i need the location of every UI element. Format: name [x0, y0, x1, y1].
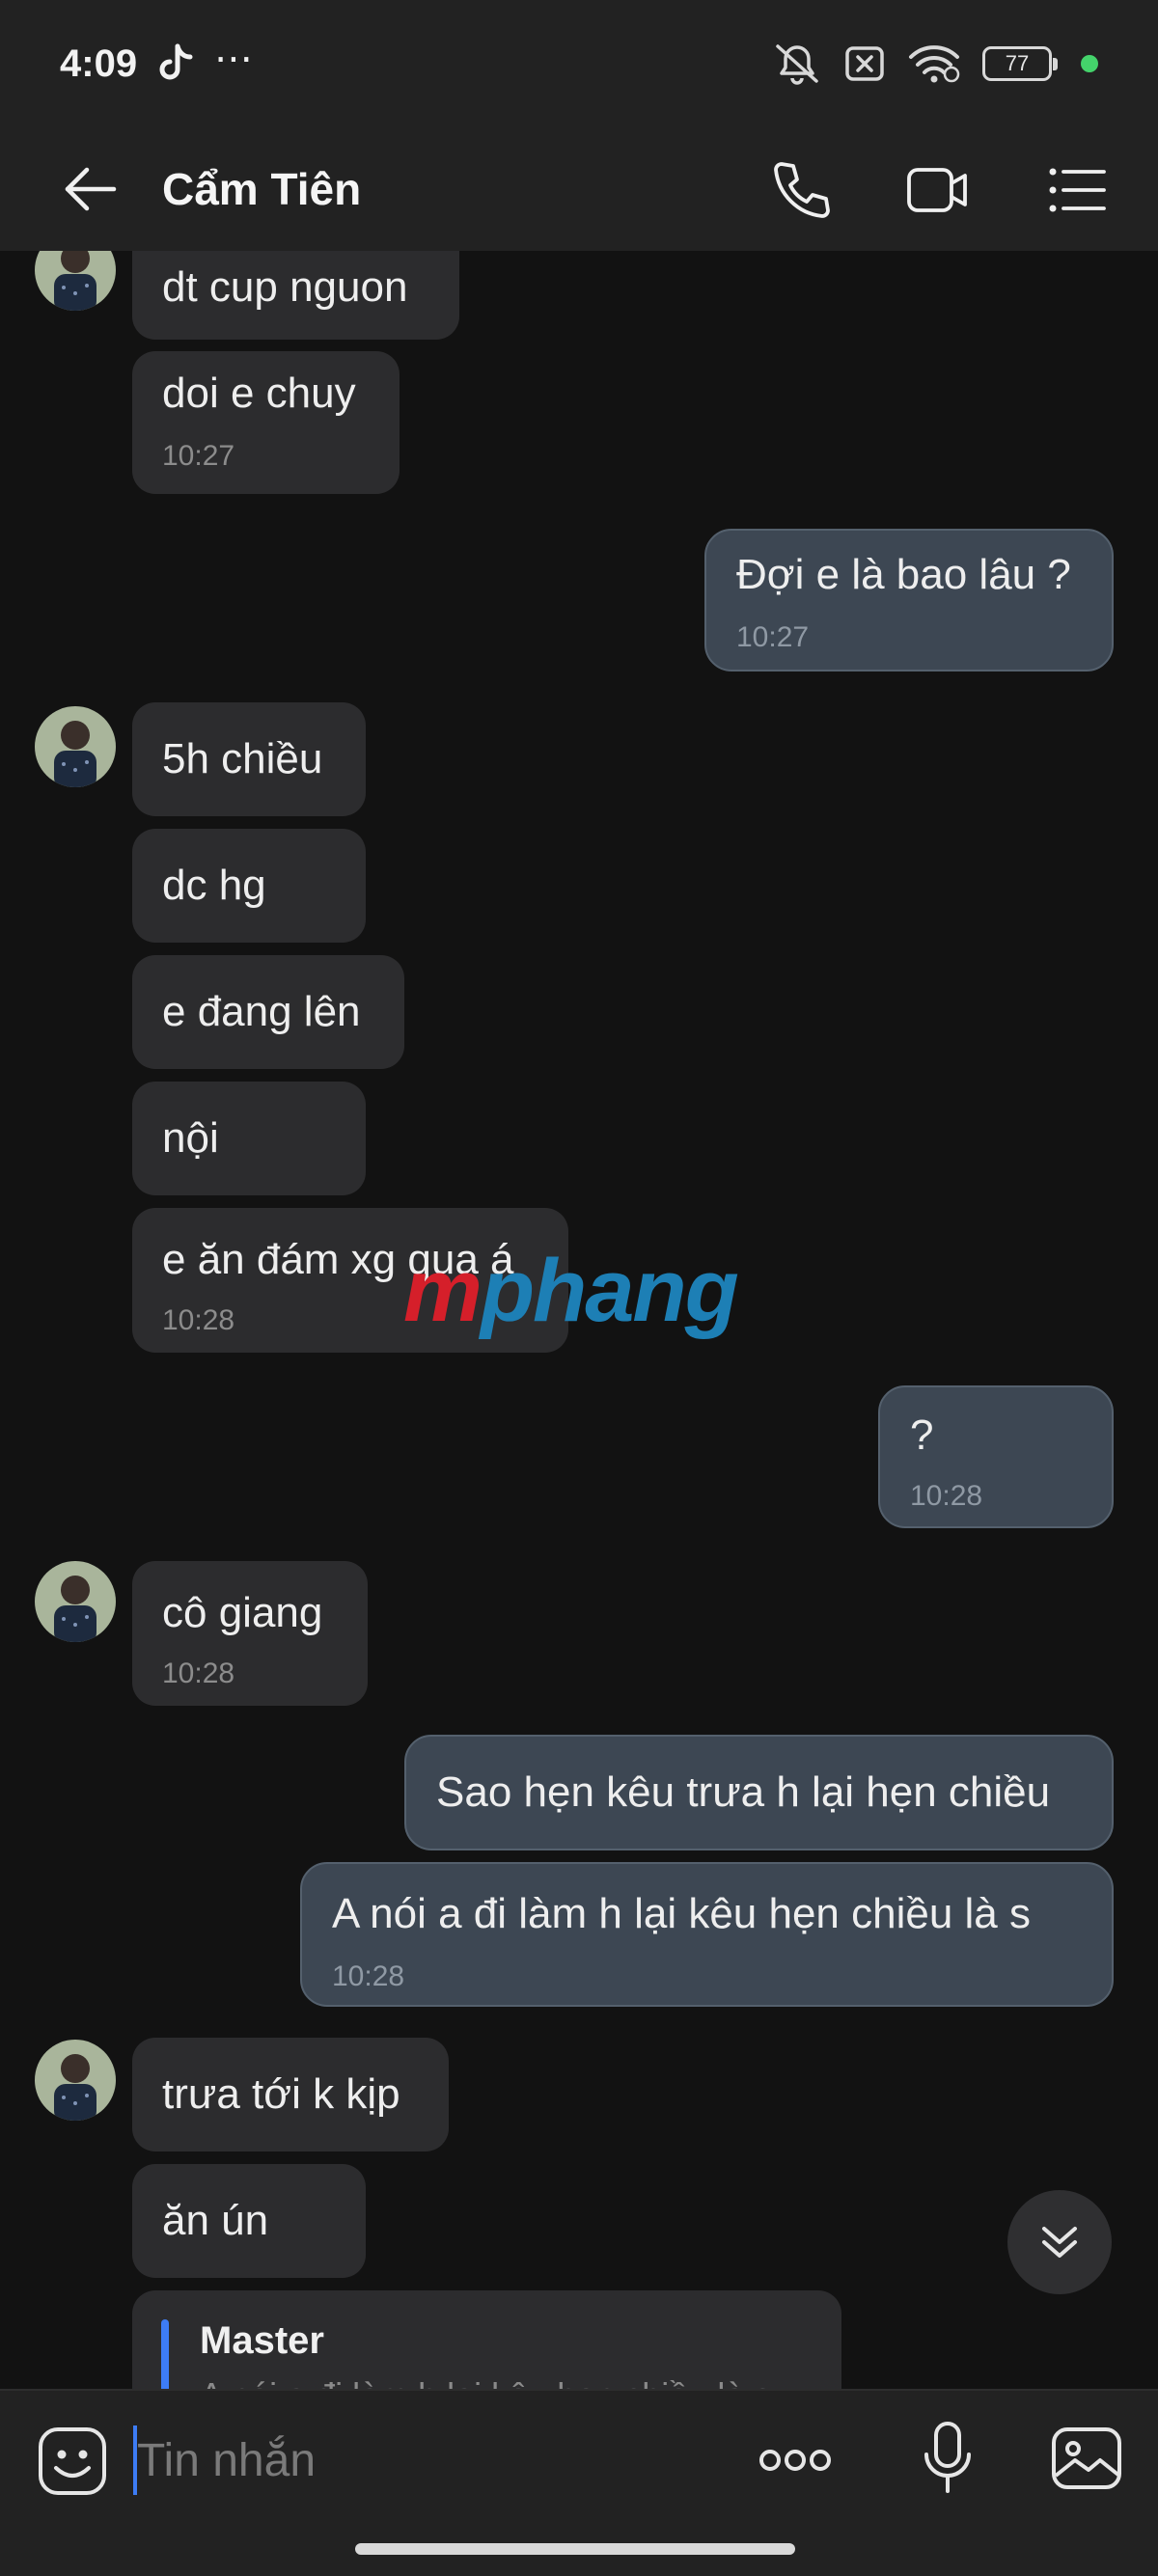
message-input-bar [0, 2389, 1158, 2576]
message-bubble-received[interactable]: dc hg [132, 829, 366, 943]
message-bubble-received[interactable]: doi e chuy 10:27 [132, 351, 400, 494]
more-options-icon[interactable] [757, 2435, 834, 2485]
message-bubble-received[interactable]: nội [132, 1082, 366, 1195]
message-text: trưa tới k kịp [162, 2070, 400, 2118]
message-bubble-received[interactable]: ăn ún [132, 2164, 366, 2278]
message-time: 10:28 [332, 1960, 405, 1992]
phone-call-icon[interactable] [766, 156, 834, 224]
message-input[interactable] [137, 2424, 716, 2497]
status-bar: 4:09 ⋯ 77 [0, 0, 1158, 131]
sim-off-icon [845, 46, 884, 81]
message-bubble-received[interactable]: cô giang 10:28 [132, 1561, 368, 1706]
status-time: 4:09 [60, 42, 138, 85]
message-text: dc hg [162, 862, 266, 909]
message-text: e đang lên [162, 988, 361, 1035]
message-time: 10:28 [910, 1480, 983, 1512]
menu-list-icon[interactable] [1044, 156, 1112, 224]
message-text: nội [162, 1114, 219, 1162]
message-bubble-received[interactable]: 5h chiều [132, 702, 366, 816]
message-text: ? [910, 1411, 934, 1459]
more-notifications-icon: ⋯ [214, 38, 255, 80]
battery-level: 77 [1005, 51, 1030, 75]
watermark-part2: phang [480, 1242, 739, 1340]
gallery-icon[interactable] [1050, 2422, 1123, 2495]
chat-header: Cẩm Tiên [0, 131, 1158, 251]
message-text: A nói a đi làm h lại kêu hẹn chiều là s [332, 1890, 1032, 1937]
message-bubble-sent[interactable]: Đợi e là bao lâu ? 10:27 [704, 529, 1114, 671]
double-chevron-down-icon [1042, 2227, 1077, 2258]
message-text: Sao hẹn kêu trưa h lại hẹn chiều [436, 1768, 1051, 1816]
contact-avatar[interactable] [35, 706, 116, 787]
message-text: 5h chiều [162, 735, 323, 782]
battery-icon: 77 [982, 46, 1058, 81]
message-text: ăn ún [162, 2197, 269, 2244]
home-indicator[interactable] [355, 2543, 795, 2555]
contact-name[interactable]: Cẩm Tiên [162, 158, 361, 220]
silent-icon [776, 44, 818, 85]
reply-author: Master [200, 2319, 324, 2362]
watermark-part1: m [403, 1242, 482, 1340]
message-time: 10:27 [736, 621, 810, 653]
back-arrow-icon[interactable] [60, 158, 122, 220]
message-bubble-sent[interactable]: ? 10:28 [878, 1385, 1114, 1528]
video-call-icon[interactable] [903, 156, 971, 224]
contact-avatar[interactable] [35, 2040, 116, 2121]
watermark-logo: mphang [403, 1241, 739, 1342]
message-bubble-received[interactable]: dt cup nguon [132, 251, 459, 340]
message-text: doi e chuy [162, 370, 356, 417]
message-text: dt cup nguon [162, 263, 408, 311]
message-time: 10:28 [162, 1658, 235, 1689]
message-time: 10:28 [162, 1304, 235, 1336]
message-text: Đợi e là bao lâu ? [736, 551, 1071, 598]
message-time: 10:27 [162, 440, 235, 472]
message-text: cô giang [162, 1589, 323, 1636]
tiktok-icon [159, 43, 193, 80]
contact-avatar[interactable] [35, 251, 116, 311]
privacy-indicator-dot [1081, 55, 1098, 72]
message-bubble-sent[interactable]: A nói a đi làm h lại kêu hẹn chiều là s … [300, 1862, 1114, 2007]
message-bubble-sent[interactable]: Sao hẹn kêu trưa h lại hẹn chiều [404, 1735, 1114, 1850]
contact-avatar[interactable] [35, 1561, 116, 1642]
wifi-icon [909, 45, 960, 83]
status-icons: 77 [772, 42, 1098, 85]
scroll-to-bottom-button[interactable] [1007, 2190, 1112, 2294]
message-bubble-received[interactable]: e đang lên [132, 955, 404, 1069]
microphone-icon[interactable] [919, 2420, 977, 2497]
sticker-icon[interactable] [37, 2425, 108, 2497]
message-bubble-received[interactable]: trưa tới k kịp [132, 2038, 449, 2151]
